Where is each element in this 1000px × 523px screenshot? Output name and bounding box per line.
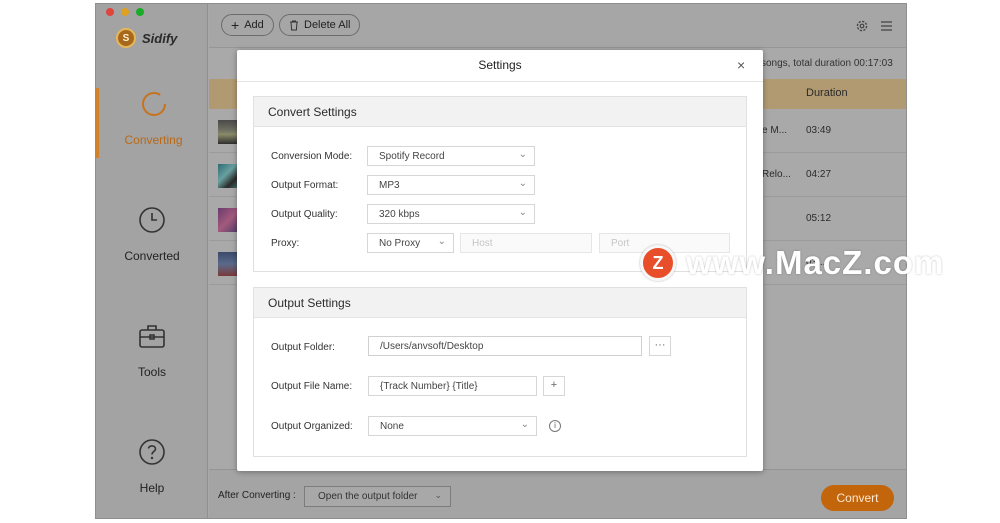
chevron-down-icon: ⌄: [434, 490, 442, 500]
after-converting-select[interactable]: Open the output folder ⌄: [304, 486, 451, 507]
chevron-down-icon: ⌄: [437, 236, 446, 247]
output-folder-field[interactable]: /Users/anvsoft/Desktop: [368, 336, 642, 356]
output-organized-label: Output Organized:: [271, 421, 353, 432]
converting-icon: [141, 92, 166, 116]
sidebar-item-help[interactable]: Help: [96, 436, 208, 506]
output-file-name-label: Output File Name:: [271, 381, 353, 392]
window-minimize-button[interactable]: [121, 8, 129, 16]
output-settings-panel: Output Settings Output Folder: /Users/an…: [253, 287, 747, 457]
after-converting-label: After Converting :: [218, 490, 296, 501]
proxy-select[interactable]: No Proxy ⌄: [367, 233, 454, 253]
chevron-down-icon: ⌄: [518, 149, 527, 160]
toolbar: + Add Delete All: [209, 4, 906, 48]
info-icon[interactable]: i: [549, 420, 561, 432]
conversion-mode-select[interactable]: Spotify Record ⌄: [367, 146, 535, 166]
sidify-logo-icon: S: [116, 28, 136, 48]
chevron-down-icon: ⌄: [518, 207, 527, 218]
output-quality-value: 320 kbps: [379, 209, 420, 220]
track-title: Relo...: [762, 169, 791, 180]
proxy-host-input[interactable]: Host: [460, 233, 592, 253]
watermark: Z www.MacZ.com: [640, 244, 944, 282]
proxy-value: No Proxy: [379, 238, 421, 249]
footer-bar: After Converting : Open the output folde…: [209, 469, 906, 518]
delete-all-button[interactable]: Delete All: [279, 14, 361, 36]
help-icon: [139, 439, 165, 465]
window-maximize-button[interactable]: [136, 8, 144, 16]
toolbox-icon: [139, 325, 165, 348]
menu-icon[interactable]: [881, 21, 892, 31]
delete-all-label: Delete All: [304, 19, 351, 31]
divider: [237, 81, 763, 82]
output-format-label: Output Format:: [271, 180, 339, 191]
proxy-label: Proxy:: [271, 238, 300, 249]
add-button[interactable]: + Add: [221, 14, 274, 36]
chevron-down-icon: ⌄: [518, 178, 527, 189]
track-title: e M...: [762, 125, 788, 136]
sidebar-item-label: Converted: [124, 249, 180, 263]
conversion-mode-label: Conversion Mode:: [271, 151, 353, 162]
output-quality-label: Output Quality:: [271, 209, 338, 220]
output-quality-select[interactable]: 320 kbps ⌄: [367, 204, 535, 224]
output-format-select[interactable]: MP3 ⌄: [367, 175, 535, 195]
sidebar-item-tools[interactable]: Tools: [96, 320, 208, 390]
dialog-title: Settings: [478, 58, 522, 72]
duration-column-header: Duration: [806, 87, 848, 99]
convert-settings-header: Convert Settings: [254, 97, 746, 127]
window-close-button[interactable]: [106, 8, 114, 16]
close-icon[interactable]: ×: [737, 57, 745, 73]
output-folder-label: Output Folder:: [271, 342, 335, 353]
clock-icon: [139, 207, 165, 233]
list-summary: songs, total duration 00:17:03: [761, 58, 893, 69]
gear-icon[interactable]: [855, 19, 869, 33]
output-organized-value: None: [380, 421, 404, 432]
output-file-name-value: {Track Number} {Title}: [380, 381, 478, 392]
app-logo: S Sidify: [116, 28, 177, 48]
track-duration: 03:49: [806, 125, 832, 136]
sidebar-item-label: Converting: [124, 133, 183, 147]
browse-folder-button[interactable]: ···: [649, 336, 671, 356]
sidebar-item-converted[interactable]: Converted: [96, 204, 208, 274]
track-duration: 05:12: [806, 213, 832, 224]
convert-button[interactable]: Convert: [821, 485, 894, 511]
app-name: Sidify: [142, 30, 178, 46]
add-button-label: Add: [244, 19, 264, 31]
macz-logo-icon: Z: [640, 245, 676, 281]
sidebar-item-label: Tools: [137, 365, 166, 379]
conversion-mode-value: Spotify Record: [379, 151, 445, 162]
add-tag-button[interactable]: +: [543, 376, 565, 396]
sidebar: S Sidify Converting Converted Tools Help: [96, 4, 208, 518]
track-duration: 04:27: [806, 169, 832, 180]
output-file-name-field[interactable]: {Track Number} {Title}: [368, 376, 537, 396]
output-settings-header: Output Settings: [254, 288, 746, 318]
output-folder-value: /Users/anvsoft/Desktop: [380, 341, 484, 352]
watermark-text: www.MacZ.com: [686, 244, 945, 281]
chevron-down-icon: ⌄: [520, 419, 529, 430]
output-format-value: MP3: [379, 180, 400, 191]
trash-icon: [290, 20, 298, 30]
plus-icon: +: [231, 17, 240, 33]
after-converting-value: Open the output folder: [318, 491, 418, 502]
output-organized-select[interactable]: None ⌄: [368, 416, 537, 436]
sidebar-item-converting[interactable]: Converting: [96, 88, 208, 158]
sidebar-item-label: Help: [139, 481, 165, 495]
